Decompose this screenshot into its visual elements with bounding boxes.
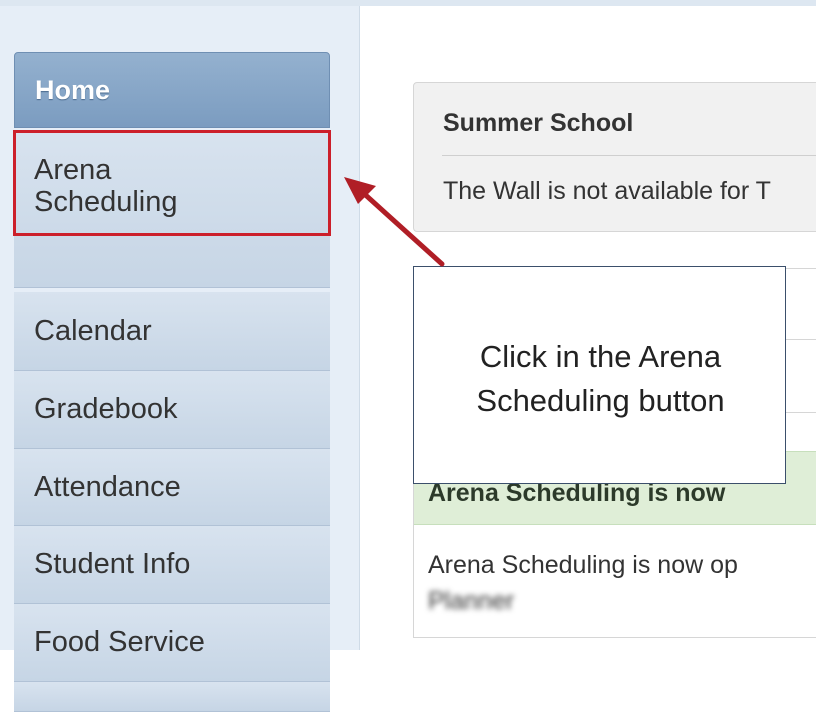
sidebar-item-label: Gradebook — [34, 393, 178, 425]
sidebar-item-gradebook[interactable]: Gradebook — [14, 371, 330, 449]
panel-title: Summer School — [443, 109, 634, 137]
callout-text: Click in the Arena Scheduling button — [476, 339, 725, 418]
sidebar-item-student-info[interactable]: Student Info — [14, 526, 330, 604]
sidebar-item-home[interactable]: Home — [14, 52, 330, 128]
summer-school-panel: Summer School The Wall is not available … — [413, 82, 816, 232]
panel-divider — [784, 412, 816, 413]
callout-box: Click in the Arena Scheduling button — [413, 266, 786, 484]
sidebar-item-attendance[interactable]: Attendance — [14, 449, 330, 526]
sidebar-item-label-line1: Arena — [34, 154, 112, 186]
sidebar-item-label: Attendance — [34, 470, 181, 503]
blurred-text: Planner — [428, 587, 515, 615]
panel-divider — [784, 339, 816, 340]
announcement-body: Arena Scheduling is now op — [428, 551, 738, 579]
panel-divider — [442, 155, 816, 156]
sidebar-item-label: Food Service — [34, 626, 205, 658]
sidebar-item-label: Student Info — [34, 548, 191, 580]
sidebar-item-arena-scheduling[interactable]: Arena Scheduling — [14, 130, 330, 288]
sidebar-item-label: Calendar — [34, 314, 152, 347]
sidebar-item-label: Arena Scheduling — [34, 154, 178, 218]
panel-text: The Wall is not available for T — [443, 177, 771, 205]
sidebar-divider — [359, 6, 360, 650]
sidebar-item-food-service[interactable]: Food Service — [14, 604, 330, 682]
sidebar-item-label-line2: Scheduling — [34, 186, 178, 218]
sidebar-item-more[interactable] — [14, 682, 330, 712]
sidebar-item-label: Home — [35, 74, 111, 105]
sidebar-item-calendar[interactable]: Calendar — [14, 292, 330, 371]
